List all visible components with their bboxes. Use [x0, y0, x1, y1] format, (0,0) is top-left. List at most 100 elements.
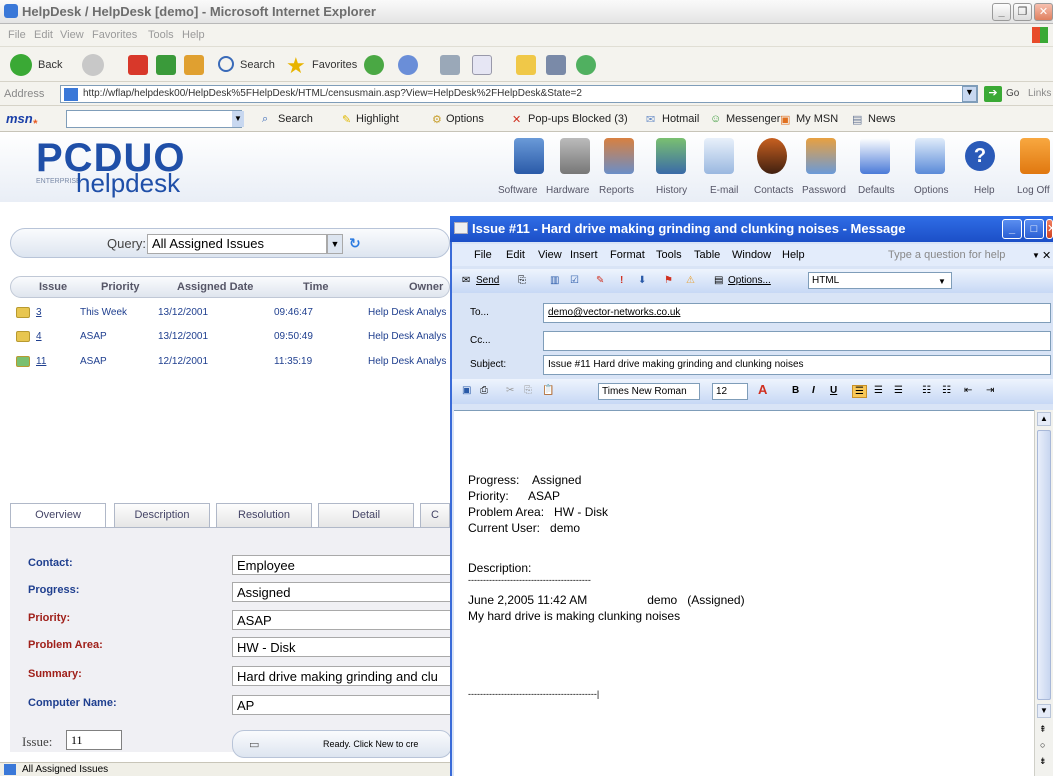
tab-overview[interactable]: Overview [10, 503, 106, 529]
options-label[interactable]: Options [446, 113, 484, 125]
numbering-icon[interactable]: ☷ [922, 385, 931, 396]
menu-file[interactable]: File [8, 29, 26, 41]
importance-high-icon[interactable]: ! [620, 275, 623, 286]
msg-menu-window[interactable]: Window [732, 249, 771, 261]
msg-menu-file[interactable]: File [474, 249, 492, 261]
tab-description[interactable]: Description [114, 503, 210, 527]
importance-low-icon[interactable]: ⬇ [638, 275, 646, 286]
msg-menu-help[interactable]: Help [782, 249, 805, 261]
table-row[interactable]: 4 ASAP 13/12/2001 09:50:49 Help Desk Ana… [10, 326, 450, 348]
nav-logoff[interactable]: Log Off [1017, 185, 1050, 196]
links-label[interactable]: Links [1028, 88, 1051, 99]
tab-detail[interactable]: Detail [318, 503, 414, 527]
email-icon[interactable] [704, 138, 734, 174]
scroll-thumb[interactable] [1037, 430, 1051, 700]
search-label[interactable]: Search [240, 59, 275, 71]
msn-logo-icon[interactable]: msn * [6, 111, 37, 130]
home-icon[interactable] [184, 55, 204, 75]
back-label[interactable]: Back [38, 59, 62, 71]
align-center-icon[interactable]: ☰ [874, 385, 883, 396]
mymsn-icon[interactable]: ▣ [780, 113, 790, 126]
defaults-icon[interactable] [860, 138, 890, 174]
send-button[interactable]: Send [476, 275, 499, 286]
news-icon[interactable]: ▤ [852, 113, 862, 126]
msn-search-input[interactable] [66, 110, 242, 128]
align-left-icon[interactable]: ☰ [852, 385, 867, 398]
msg-options-button[interactable]: Options... [728, 275, 771, 286]
align-right-icon[interactable]: ☰ [894, 385, 903, 396]
msg-menu-insert[interactable]: Insert [570, 249, 598, 261]
contact-field[interactable]: Employee [232, 555, 452, 575]
print-icon[interactable] [440, 55, 460, 75]
check-names-icon[interactable]: ☑ [570, 275, 579, 286]
cc-button[interactable]: Cc... [470, 335, 491, 346]
stop-icon[interactable] [128, 55, 148, 75]
priority-field[interactable]: ASAP [232, 610, 452, 630]
nav-defaults[interactable]: Defaults [858, 185, 895, 196]
options-nav-icon[interactable] [915, 138, 945, 174]
progress-field[interactable]: Assigned [232, 582, 452, 602]
eraser-icon[interactable]: ▭ [249, 738, 259, 751]
history-icon[interactable] [398, 55, 418, 75]
edit-icon[interactable] [472, 55, 492, 75]
query-select[interactable]: All Assigned Issues [147, 234, 327, 254]
options-icon[interactable]: ⚙ [432, 113, 442, 126]
msn-dropdown-icon[interactable]: ▼ [232, 111, 244, 127]
table-row[interactable]: 3 This Week 13/12/2001 09:46:47 Help Des… [10, 302, 450, 324]
options-icon[interactable]: ▤ [714, 275, 723, 286]
to-button[interactable]: To... [470, 307, 489, 318]
underline-icon[interactable]: U [830, 385, 837, 396]
flag-icon[interactable]: ⚑ [664, 275, 673, 286]
to-field[interactable]: demo@vector-networks.co.uk [543, 303, 1051, 323]
menu-view[interactable]: View [60, 29, 84, 41]
msg-menu-table[interactable]: Table [694, 249, 720, 261]
computer-name-field[interactable]: AP [232, 695, 452, 715]
decrease-indent-icon[interactable]: ⇤ [964, 385, 972, 396]
menu-favorites[interactable]: Favorites [92, 29, 137, 41]
maximize-icon[interactable]: ❐ [1013, 3, 1032, 21]
folder-icon[interactable] [516, 55, 536, 75]
msg-minimize-icon[interactable]: _ [1002, 219, 1022, 239]
prev-object-icon[interactable]: ⇞ [1039, 724, 1047, 735]
favorites-star-icon[interactable]: ★ [286, 53, 306, 79]
subject-field[interactable]: Issue #11 Hard drive making grinding and… [543, 355, 1051, 375]
bullets-icon[interactable]: ☷ [942, 385, 951, 396]
contacts-icon[interactable] [757, 138, 787, 174]
messenger-icon[interactable] [576, 55, 596, 75]
send-icon[interactable]: ✉ [462, 275, 470, 286]
back-icon[interactable] [10, 54, 32, 76]
query-dropdown-icon[interactable]: ▼ [327, 234, 343, 254]
menu-help[interactable]: Help [182, 29, 205, 41]
msn-search-label[interactable]: Search [278, 113, 313, 125]
menu-edit[interactable]: Edit [34, 29, 53, 41]
messenger-buddy-icon[interactable]: ☺ [710, 113, 721, 125]
select-browse-icon[interactable]: ○ [1040, 740, 1045, 750]
forward-icon[interactable] [82, 54, 104, 76]
permission-icon[interactable]: ⚠ [686, 275, 695, 286]
msg-menu-edit[interactable]: Edit [506, 249, 525, 261]
increase-indent-icon[interactable]: ⇥ [986, 385, 994, 396]
copy-icon[interactable]: ⎘ [524, 385, 532, 396]
address-dropdown-icon[interactable]: ▼ [962, 86, 977, 102]
msn-search-icon[interactable]: ⌕ [262, 113, 268, 126]
col-issue[interactable]: Issue [39, 281, 67, 293]
format-select[interactable]: HTML [808, 272, 952, 289]
help-icon[interactable]: ? [965, 141, 995, 171]
msg-close-icon[interactable]: ✕ [1046, 219, 1053, 239]
row-issue[interactable]: 3 [36, 307, 42, 318]
go-arrow-icon[interactable]: ➔ [984, 86, 1002, 102]
col-owner[interactable]: Owner [409, 281, 443, 293]
col-assigned-date[interactable]: Assigned Date [177, 281, 253, 293]
msg-menu-close-icon[interactable]: ✕ [1042, 249, 1051, 262]
nav-software[interactable]: Software [498, 185, 537, 196]
tab-c[interactable]: C [420, 503, 450, 527]
row-issue[interactable]: 11 [36, 356, 46, 367]
issue-number-field[interactable]: 11 [66, 730, 122, 750]
address-input[interactable]: http://wflap/helpdesk00/HelpDesk%5FHelpD… [60, 85, 978, 103]
scroll-down-icon[interactable]: ▼ [1037, 704, 1051, 718]
msg-menu-tools[interactable]: Tools [656, 249, 682, 261]
next-object-icon[interactable]: ⇟ [1039, 756, 1047, 767]
minimize-icon[interactable]: _ [992, 3, 1011, 21]
password-icon[interactable] [806, 138, 836, 174]
format-dropdown-icon[interactable]: ▼ [938, 277, 946, 286]
